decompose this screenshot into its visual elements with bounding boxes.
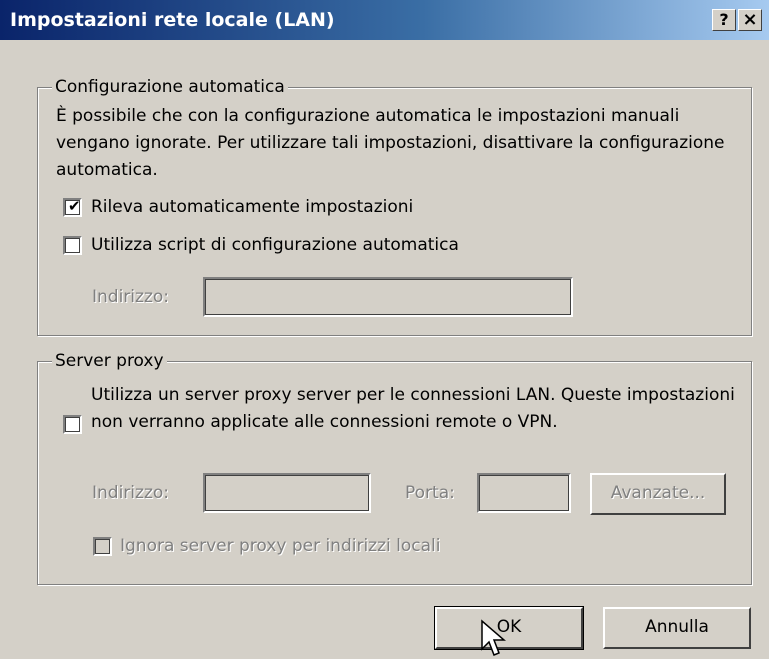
auto-config-description: È possibile che con la configurazione au… (56, 106, 725, 180)
lan-settings-dialog: Impostazioni rete locale (LAN) ? × Confi… (0, 0, 769, 659)
help-button[interactable]: ? (712, 9, 736, 31)
script-address-label: Indirizzo: (92, 287, 169, 307)
proxy-address-field[interactable] (203, 473, 371, 513)
detect-settings-label[interactable]: Rileva automaticamente impostazioni (91, 194, 413, 221)
proxy-server-legend: Server proxy (52, 350, 167, 372)
proxy-port-label: Porta: (405, 483, 455, 503)
auto-config-script-label[interactable]: Utilizza script di configurazione automa… (91, 232, 459, 259)
ok-button[interactable]: OK (434, 606, 584, 650)
proxy-server-group: Server proxy Utilizza un server proxy se… (37, 350, 752, 585)
ok-button-label: OK (496, 617, 522, 637)
mouse-pointer-icon (481, 619, 506, 656)
dialog-title: Impostazioni rete locale (LAN) (10, 9, 335, 31)
auto-config-legend: Configurazione automatica (52, 76, 288, 98)
proxy-address-label: Indirizzo: (92, 483, 169, 503)
close-button[interactable]: × (738, 9, 762, 31)
advanced-button-label: Avanzate... (610, 483, 706, 503)
use-proxy-checkbox[interactable] (63, 415, 82, 434)
cancel-button-label: Annulla (645, 617, 709, 637)
cancel-button[interactable]: Annulla (603, 607, 751, 649)
use-proxy-label[interactable]: Utilizza un server proxy server per le c… (91, 382, 736, 436)
checkmark-icon: ✔ (68, 197, 81, 215)
advanced-button[interactable]: Avanzate... (590, 473, 726, 515)
script-address-field[interactable] (203, 277, 573, 317)
bypass-local-label[interactable]: Ignora server proxy per indirizzi locali (120, 533, 441, 560)
detect-settings-checkbox[interactable]: ✔ (63, 198, 82, 217)
title-bar[interactable]: Impostazioni rete locale (LAN) ? × (0, 0, 769, 40)
auto-config-script-checkbox[interactable] (63, 236, 82, 255)
auto-config-group: Configurazione automatica È possibile ch… (37, 76, 752, 336)
proxy-port-field[interactable] (477, 473, 571, 513)
bypass-local-checkbox[interactable] (93, 537, 112, 556)
